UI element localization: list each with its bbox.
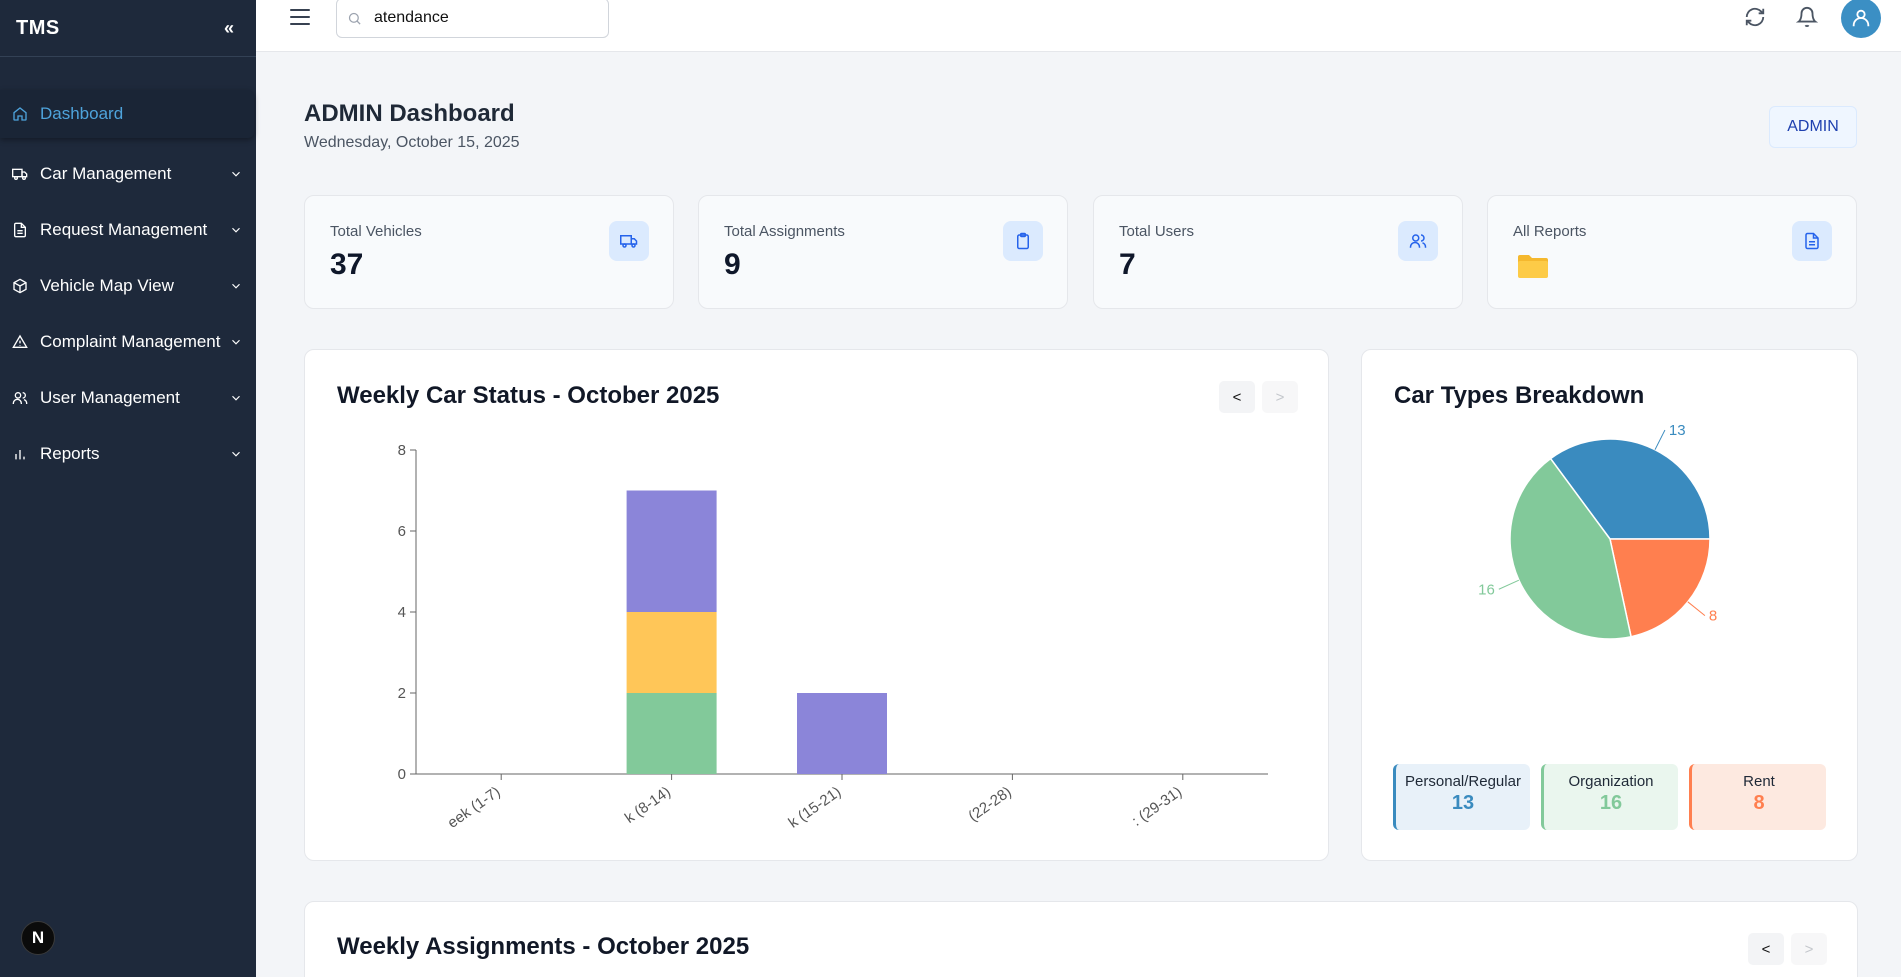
folder-icon xyxy=(1518,255,1548,278)
search-input[interactable] xyxy=(374,9,574,27)
chevron-down-icon xyxy=(229,279,243,293)
nextjs-badge-icon[interactable]: N xyxy=(21,921,55,955)
legend-organization: Organization 16 xyxy=(1541,764,1678,830)
collapse-sidebar-icon[interactable]: « xyxy=(224,18,234,39)
y-tick-label: 0 xyxy=(398,766,406,783)
users-icon xyxy=(1398,221,1438,261)
chevron-down-icon xyxy=(229,447,243,461)
sidebar-item-car-management[interactable]: Car Management xyxy=(0,146,256,202)
x-tick-label: k (15-21) xyxy=(785,783,844,831)
pie-label-line xyxy=(1687,601,1706,617)
sidebar-item-reports[interactable]: Reports xyxy=(0,426,256,482)
legend-value: 13 xyxy=(1451,792,1475,814)
pie-label-line xyxy=(1654,429,1666,450)
stat-value: 9 xyxy=(724,248,741,281)
sidebar-item-label: User Management xyxy=(40,388,180,407)
x-tick-label: (22-28) xyxy=(965,783,1014,825)
panel-title: Weekly Assignments - October 2025 xyxy=(337,933,750,960)
legend-label: Personal/Regular xyxy=(1405,773,1521,790)
stat-value: 7 xyxy=(1119,248,1136,281)
user-avatar-icon[interactable] xyxy=(1841,0,1881,38)
panel-title: Car Types Breakdown xyxy=(1394,382,1645,409)
bar-segment[interactable] xyxy=(626,612,717,693)
bar-segment[interactable] xyxy=(626,490,717,613)
sidebar-item-complaint-management[interactable]: Complaint Management xyxy=(0,314,256,370)
stat-card-total-assignments[interactable]: Total Assignments 9 xyxy=(698,195,1068,309)
bell-icon[interactable] xyxy=(1795,6,1820,30)
pie-value-label: 8 xyxy=(1709,608,1717,625)
x-tick-label: k (8-14) xyxy=(622,783,674,827)
sidebar-header: TMS « xyxy=(0,0,256,57)
stat-card-total-vehicles[interactable]: Total Vehicles 37 xyxy=(304,195,674,309)
truck-icon xyxy=(609,221,649,261)
weekly-assignments-panel: Weekly Assignments - October 2025 < > xyxy=(304,901,1858,977)
home-icon xyxy=(12,106,28,122)
clipboard-icon xyxy=(1003,221,1043,261)
chevron-down-icon xyxy=(229,223,243,237)
page-date: Wednesday, October 15, 2025 xyxy=(304,134,520,151)
document-icon xyxy=(1792,221,1832,261)
x-tick-label: : (29-31) xyxy=(1129,783,1185,829)
bar-chart-icon xyxy=(12,446,28,462)
weekly-car-status-chart: 0 2 4 6 8 eek (1-7) k (8-14) k (15-21) (22-28) : … xyxy=(398,442,1268,832)
document-icon xyxy=(12,222,28,238)
pie-value-label: 16 xyxy=(1478,581,1495,598)
pie-value-label: 13 xyxy=(1669,422,1686,439)
sidebar-item-label: Reports xyxy=(40,444,100,463)
chevron-down-icon xyxy=(229,391,243,405)
sidebar-item-vehicle-map-view[interactable]: Vehicle Map View xyxy=(0,258,256,314)
legend-label: Organization xyxy=(1568,773,1654,790)
alert-triangle-icon xyxy=(12,334,28,350)
legend-rent: Rent 8 xyxy=(1689,764,1826,830)
y-tick-label: 2 xyxy=(398,685,406,702)
search-icon xyxy=(348,12,361,25)
sidebar-nav: Dashboard Car Management Request Managem… xyxy=(0,90,256,482)
stat-label: Total Vehicles xyxy=(330,223,422,240)
sidebar-item-user-management[interactable]: User Management xyxy=(0,370,256,426)
app-logo: TMS xyxy=(16,16,60,39)
topbar xyxy=(256,0,1901,52)
role-badge[interactable]: ADMIN xyxy=(1769,106,1857,148)
sidebar-item-label: Car Management xyxy=(40,164,172,183)
legend-personal-regular: Personal/Regular 13 xyxy=(1393,764,1530,830)
bar-segment[interactable] xyxy=(797,693,887,774)
stat-value: 37 xyxy=(330,248,364,281)
truck-icon xyxy=(12,166,28,182)
sidebar: TMS « Dashboard Car Management Request M… xyxy=(0,0,256,977)
y-tick-label: 8 xyxy=(398,442,406,459)
sidebar-item-label: Complaint Management xyxy=(40,332,221,351)
menu-icon[interactable] xyxy=(290,9,310,27)
stat-card-all-reports[interactable]: All Reports xyxy=(1487,195,1857,309)
search-box[interactable] xyxy=(336,0,609,38)
chevron-down-icon xyxy=(229,335,243,349)
legend-value: 8 xyxy=(1753,792,1765,814)
sidebar-item-request-management[interactable]: Request Management xyxy=(0,202,256,258)
prev-week-button[interactable]: < xyxy=(1748,933,1784,965)
sidebar-item-label: Request Management xyxy=(40,220,208,239)
stat-label: Total Users xyxy=(1119,223,1195,240)
sidebar-item-label: Dashboard xyxy=(40,104,124,123)
y-tick-label: 4 xyxy=(398,604,406,621)
box-icon xyxy=(12,278,28,294)
next-week-button[interactable]: > xyxy=(1791,933,1827,965)
bar-segment[interactable] xyxy=(626,693,717,774)
y-tick-label: 6 xyxy=(398,523,406,540)
users-icon xyxy=(12,390,28,406)
pie-label-line xyxy=(1498,579,1520,590)
page-title: ADMIN Dashboard xyxy=(304,100,515,127)
legend-label: Rent xyxy=(1743,773,1775,790)
refresh-icon[interactable] xyxy=(1744,6,1768,30)
stat-card-total-users[interactable]: Total Users 7 xyxy=(1093,195,1463,309)
weekly-car-status-panel: Weekly Car Status - October 2025 < > 024… xyxy=(304,349,1329,861)
x-tick-label: eek (1-7) xyxy=(445,783,504,831)
chevron-down-icon xyxy=(229,167,243,181)
sidebar-item-dashboard[interactable]: Dashboard xyxy=(0,90,254,138)
stat-label: All Reports xyxy=(1513,223,1587,240)
sidebar-item-label: Vehicle Map View xyxy=(40,276,174,295)
legend-value: 16 xyxy=(1599,792,1623,814)
car-types-pie-chart: 13 8 16 xyxy=(1478,422,1717,640)
stat-label: Total Assignments xyxy=(724,223,845,240)
